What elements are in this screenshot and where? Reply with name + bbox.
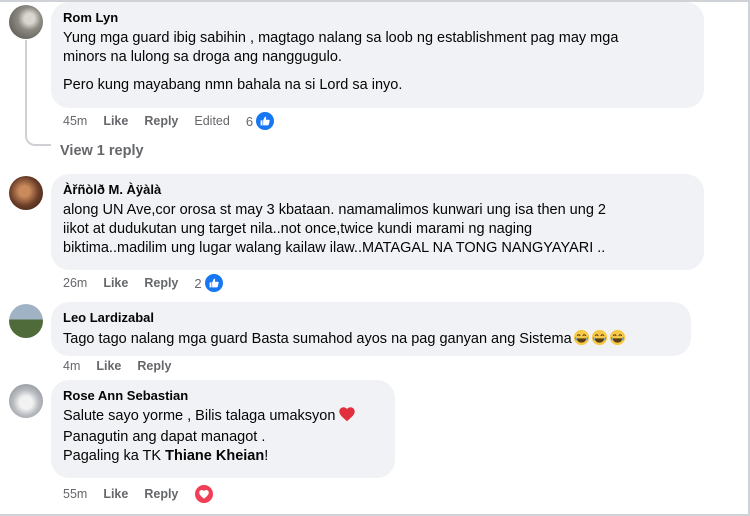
like-icon[interactable] (203, 273, 224, 293)
comment-bubble: Rom Lyn Yung mga guard ibig sabihin , ma… (51, 2, 704, 108)
comment-text-line: Pagaling ka TK Thiane Kheian! (63, 447, 383, 466)
comment-author[interactable]: Àřñòlð M. Àÿàlà (63, 182, 692, 198)
comment-author[interactable]: Leo Lardizabal (63, 310, 679, 326)
comment-text-line: Yung mga guard ibig sabihin , magtago na… (63, 30, 619, 46)
comment-actions: 45m Like Reply Edited 6 (63, 111, 291, 131)
tagged-user-link[interactable]: Thiane Kheian (165, 448, 264, 464)
comment-bubble: Àřñòlð M. Àÿàlà along UN Ave,cor orosa s… (51, 174, 704, 270)
comment-bubble: Leo Lardizabal Tago tago nalang mga guar… (51, 302, 691, 356)
comment-text: Tago tago nalang mga guard Basta sumahod… (63, 331, 572, 347)
comment-text: Salute sayo yorme , Bilis talaga umaksyo… (63, 408, 336, 424)
avatar[interactable] (9, 384, 43, 418)
reply-button[interactable]: Reply (144, 276, 178, 290)
comment-time[interactable]: 55m (63, 487, 87, 501)
reply-thread-line (25, 40, 27, 132)
laughing-emoji-icon (573, 329, 590, 352)
comment-text: ! (264, 448, 269, 464)
edited-label[interactable]: Edited (194, 114, 229, 128)
comment-actions: 4m Like Reply (63, 357, 187, 375)
reply-button[interactable]: Reply (137, 359, 171, 373)
red-heart-emoji-icon (339, 407, 356, 428)
like-button[interactable]: Like (103, 276, 128, 290)
laughing-emoji-icon (591, 329, 608, 352)
reply-button[interactable]: Reply (144, 114, 178, 128)
like-button[interactable]: Like (96, 359, 121, 373)
reaction-count[interactable]: 2 (194, 276, 201, 291)
comment-author[interactable]: Rose Ann Sebastian (63, 388, 383, 404)
like-icon[interactable] (255, 111, 276, 131)
comment-text-line: Panagutin ang dapat managot . (63, 429, 266, 445)
comment-time[interactable]: 45m (63, 114, 87, 128)
comment-time[interactable]: 4m (63, 359, 80, 373)
comment-text-line: Salute sayo yorme , Bilis talaga umaksyo… (63, 407, 383, 428)
heart-icon[interactable] (194, 484, 215, 504)
avatar[interactable] (9, 176, 43, 210)
reaction-count[interactable]: 6 (246, 114, 253, 129)
comment-text-line: Tago tago nalang mga guard Basta sumahod… (63, 329, 679, 352)
comment-text: Pagaling ka TK (63, 448, 166, 464)
comment-actions: 26m Like Reply 2 (63, 273, 240, 293)
comment-time[interactable]: 26m (63, 276, 87, 290)
like-button[interactable]: Like (103, 114, 128, 128)
comment-text-line: minors na lulong sa droga ang nanggugulo… (63, 49, 342, 65)
reply-button[interactable]: Reply (144, 487, 178, 501)
avatar[interactable] (9, 304, 43, 338)
laughing-emoji-icon (609, 329, 626, 352)
comment-text-line: Pero kung mayabang nmn bahala na si Lord… (63, 77, 403, 93)
comment-text-line: along UN Ave,cor orosa st may 3 kbataan.… (63, 202, 606, 218)
comment-text-line: iikot at dudukutan ung target nila..not … (63, 221, 533, 237)
comment-author[interactable]: Rom Lyn (63, 10, 692, 26)
comment-text-line: biktima..madilim ung lugar walang kailaw… (63, 240, 606, 256)
avatar[interactable] (9, 5, 43, 39)
reply-thread-connector (25, 130, 51, 146)
comment-bubble: Rose Ann Sebastian Salute sayo yorme , B… (51, 380, 395, 478)
like-button[interactable]: Like (103, 487, 128, 501)
comment-actions: 55m Like Reply (63, 484, 230, 504)
view-replies-link[interactable]: View 1 reply (60, 143, 144, 159)
